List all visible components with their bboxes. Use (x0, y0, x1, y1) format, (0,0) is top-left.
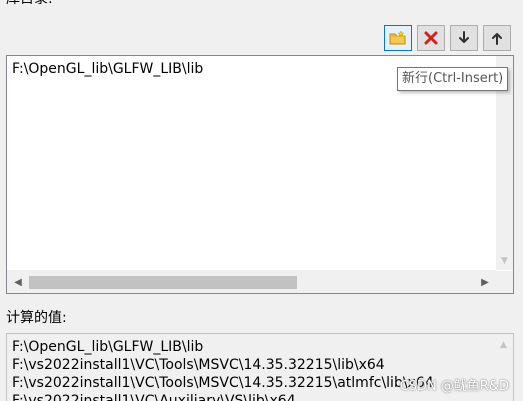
horizontal-scroll-thumb[interactable] (29, 276, 297, 289)
arrow-up-icon (490, 30, 504, 46)
new-folder-icon (389, 30, 407, 46)
new-line-button[interactable] (384, 25, 412, 51)
move-up-button[interactable] (483, 25, 511, 51)
delete-x-icon (423, 30, 439, 46)
top-section-label: 库目录: (6, 0, 53, 8)
computed-value-line: F:\vs2022install1\VC\Tools\MSVC\14.35.32… (12, 375, 434, 391)
horizontal-scrollbar[interactable]: ◀ ▶ (7, 270, 496, 293)
move-down-button[interactable] (450, 25, 478, 51)
scroll-left-icon[interactable]: ◀ (9, 271, 27, 293)
toolbar (384, 25, 514, 51)
scroll-down-icon[interactable]: ▼ (500, 257, 509, 266)
editor-line[interactable]: F:\OpenGL_lib\GLFW_LIB\lib (12, 60, 203, 78)
scroll-right-icon[interactable]: ▶ (476, 271, 494, 293)
tooltip: 新行(Ctrl-Insert) (397, 67, 509, 91)
scrollbar-corner (496, 271, 513, 293)
computed-value-line: F:\OpenGL_lib\GLFW_LIB\lib (12, 339, 204, 355)
arrow-down-icon (457, 30, 471, 46)
watermark: CSDN @鱿鱼R&D (399, 379, 509, 394)
library-directories-dialog: 库目录: (0, 0, 523, 401)
computed-value-line: F:\vs2022install1\VC\Tools\MSVC\14.35.32… (12, 357, 385, 373)
computed-value-line: F:\vs2022install1\VC\Auxiliary\VS\lib\x6… (12, 393, 296, 401)
computed-values-label: 计算的值: (6, 310, 67, 326)
scroll-up-icon[interactable]: ▲ (500, 340, 507, 350)
delete-button[interactable] (417, 25, 445, 51)
